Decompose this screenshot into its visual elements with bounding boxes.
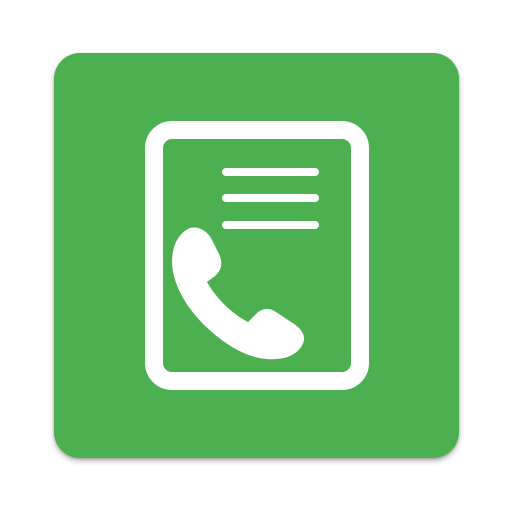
document-line-icon	[222, 194, 319, 202]
phone-handset-icon	[172, 227, 305, 360]
phone-directory-icon	[145, 121, 369, 390]
document-line-icon	[222, 168, 319, 176]
app-icon-canvas	[0, 0, 512, 512]
document-line-icon	[222, 221, 319, 229]
